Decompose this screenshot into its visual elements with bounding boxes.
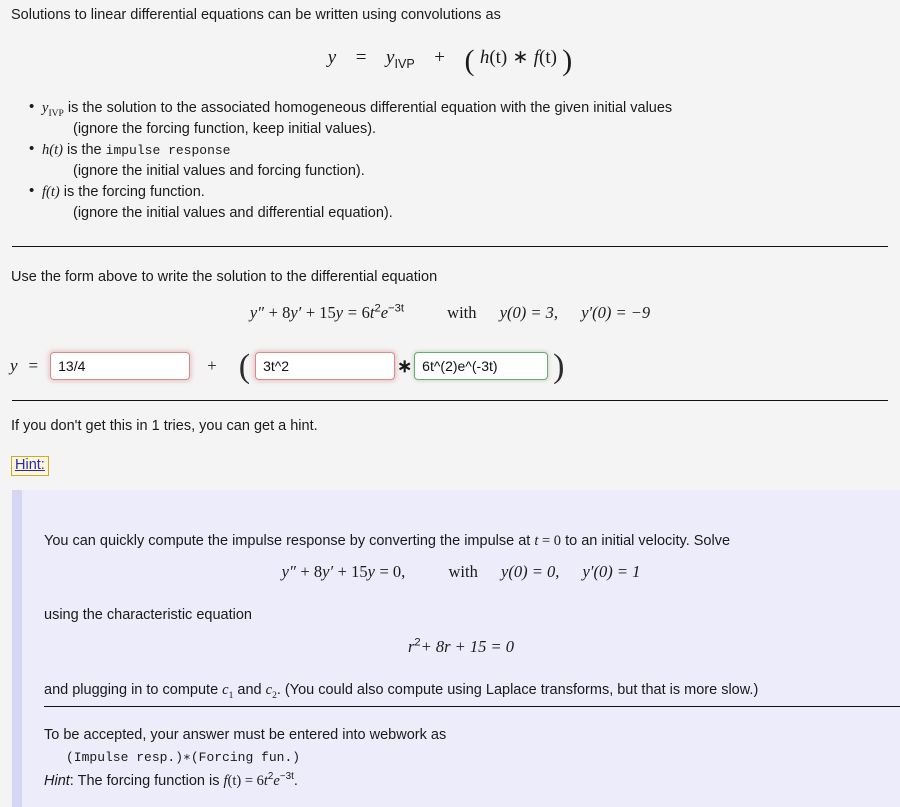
eq-convolution-operator: ∗ <box>512 47 529 68</box>
hint-panel: You can quickly compute the impulse resp… <box>12 490 900 807</box>
hint-paragraph-3: and plugging in to compute c1 and c2. (Y… <box>44 680 758 700</box>
eq-open-paren: ( <box>464 44 475 77</box>
hint-characteristic-equation: r2+ 8r + 15 = 0 <box>22 637 900 657</box>
ode-rhs-e-exponent: −3t <box>388 302 404 315</box>
hint-eq1-y-double: y <box>281 562 289 581</box>
forcing-function-input[interactable] <box>414 352 549 380</box>
answer-convolution-star: ∗ <box>397 355 413 376</box>
bullet-3-symbol: f(t) <box>42 184 60 200</box>
hint-eq1-equals-zero: = 0, <box>379 562 406 581</box>
answer-entry-row: y = + ( ∗ ) <box>10 346 569 386</box>
answer-close-paren: ) <box>553 347 565 385</box>
hint-footer-f-arg: (t) <box>227 773 242 789</box>
ode-rhs-coefficient: 6 <box>361 303 370 322</box>
hint-footer-e-exponent: −3t <box>279 771 294 783</box>
hint-footer-hint-label: Hint <box>44 773 70 789</box>
section-divider-top <box>12 246 888 247</box>
eq-plus: + <box>434 47 445 68</box>
hint-p1-pre: You can quickly compute the impulse resp… <box>44 533 535 549</box>
hint-paragraph-2: using the characteristic equation <box>44 607 252 623</box>
hint-panel-content: You can quickly compute the impulse resp… <box>22 490 900 807</box>
ode-y-single: y <box>290 303 298 322</box>
ode-rhs-e: e <box>380 303 389 322</box>
eq-yivp-subscript: IVP <box>394 56 415 71</box>
ode-with-label: with <box>447 303 477 322</box>
yivp-input[interactable] <box>50 352 191 380</box>
hint-footer-text: : The forcing function is <box>69 773 224 789</box>
differential-equation: y″ + 8y′ + 15y = 6t2e−3t with y(0) = 3, … <box>0 303 900 323</box>
bullet-2-note: (ignore the initial values and forcing f… <box>73 163 365 179</box>
bullet-2-mono-text: impulse response <box>105 142 231 158</box>
bullet-1-note: (ignore the forcing function, keep initi… <box>73 120 377 137</box>
hint-eq1-y: y <box>367 562 375 581</box>
ode-plus-15: + 15 <box>305 303 336 322</box>
ode-single-prime: ′ <box>297 303 302 322</box>
eq-h: h <box>479 47 490 68</box>
hint-p3-post: . (You could also compute using Laplace … <box>276 682 759 698</box>
hint-equation-1: y″ + 8y′ + 15y = 0, with y(0) = 0, y′(0)… <box>22 562 900 582</box>
list-item: h(t) is the impulse response (ignore the… <box>29 139 672 183</box>
bullet-1-text: is the solution to the associated homoge… <box>63 100 673 116</box>
list-item: f(t) is the forcing function. (ignore th… <box>29 181 672 224</box>
bullet-3-text: is the forcing function. <box>59 184 205 200</box>
answer-plus-sign: + <box>207 356 217 375</box>
hint-inner-divider <box>44 706 900 707</box>
eq-f-arg: (t) <box>539 47 557 68</box>
bullet-2-symbol: h(t) <box>42 141 63 158</box>
hint-eq1-initial-condition-1: y(0) = 0, <box>501 562 560 581</box>
hint-toggle-link[interactable]: Hint: <box>11 456 49 477</box>
eq-h-arg: (t) <box>489 47 508 68</box>
hint-eq1-with-label: with <box>448 562 478 581</box>
hint-footer-equals: = 6 <box>241 773 264 789</box>
eq-lhs-y: y <box>327 47 337 68</box>
hint-p1-post: to an initial velocity. Solve <box>561 533 731 549</box>
ode-ic2-y: y <box>581 303 589 322</box>
ode-initial-condition-2: (0) = −9 <box>592 303 651 322</box>
hint-p1-eq-zero: = 0 <box>538 533 562 549</box>
hint-footer-syntax: (Impulse resp.)∗(Forcing fun.) <box>66 750 301 765</box>
hint-footer-line-1: To be accepted, your answer must be ente… <box>44 727 447 743</box>
impulse-response-input[interactable] <box>255 352 396 380</box>
section-divider-bottom <box>12 400 888 401</box>
answer-open-paren: ( <box>238 347 251 385</box>
eq-equals: = <box>355 47 367 68</box>
hint-footer-period: . <box>293 773 298 789</box>
ode-plus-8: + 8 <box>268 303 291 322</box>
hint-eq1-ic2-y: y <box>582 562 590 581</box>
hint-eq1-plus-15: + 15 <box>337 562 368 581</box>
hint-eq1-single-prime: ′ <box>329 562 334 581</box>
answer-equals-sign: = <box>28 356 39 375</box>
ode-double-prime: ″ <box>257 303 265 322</box>
bullet-3-note: (ignore the initial values and different… <box>73 204 393 221</box>
attempts-message: If you don't get this in 1 tries, you ca… <box>11 418 318 434</box>
eq-close-paren: ) <box>562 44 573 77</box>
ode-y: y <box>335 303 344 322</box>
problem-prompt: Use the form above to write the solution… <box>11 269 438 285</box>
hint-eq1-plus-8: + 8 <box>300 562 323 581</box>
intro-text: Solutions to linear differential equatio… <box>11 7 501 23</box>
hint-p3-pre: and plugging in to compute <box>44 682 223 698</box>
hint-paragraph-1: You can quickly compute the impulse resp… <box>44 531 730 551</box>
hint-p3-mid: and <box>233 682 266 698</box>
hint-eq2-rest: + 8r + 15 = 0 <box>420 637 515 656</box>
convolution-form-equation: y = yIVP + ( h(t) ∗ f(t) ) <box>0 44 900 78</box>
problem-page: Solutions to linear differential equatio… <box>0 0 900 807</box>
bullet-2-text-pre: is the <box>62 141 106 158</box>
list-item: yIVP is the solution to the associated h… <box>29 97 673 140</box>
bullet-1-symbol-subscript: IVP <box>48 107 64 119</box>
ode-equals: = <box>347 303 358 322</box>
hint-footer-line-3: Hint: The forcing function is f(t) = 6t2… <box>44 771 298 790</box>
ode-initial-condition-1: y(0) = 3, <box>499 303 559 322</box>
definition-list: yIVP is the solution to the associated h… <box>14 97 673 224</box>
hint-eq1-double-prime: ″ <box>288 562 296 581</box>
hint-eq1-initial-condition-2: (0) = 1 <box>593 562 641 581</box>
answer-y-label: y <box>10 356 18 375</box>
